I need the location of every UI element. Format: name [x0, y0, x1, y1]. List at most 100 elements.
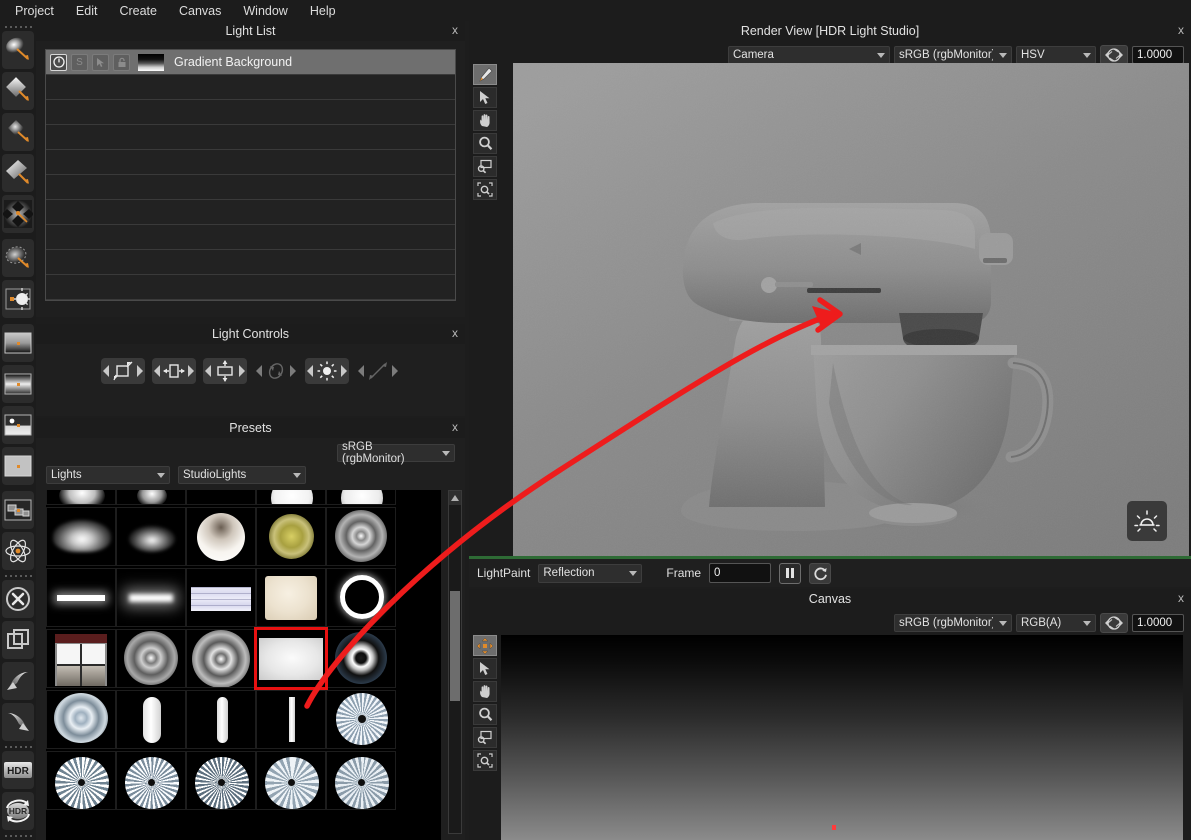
decrement-arrow-icon[interactable]	[255, 364, 264, 378]
render-exposure-field[interactable]: 1.0000	[1132, 46, 1184, 64]
pan-hand-tool[interactable]	[473, 681, 497, 702]
close-icon[interactable]: x	[452, 326, 458, 340]
close-icon[interactable]: x	[452, 420, 458, 434]
menu-item-window[interactable]: Window	[232, 1, 298, 21]
light-list-row[interactable]: S Gradient Background	[46, 50, 455, 75]
preset-ring-bowl[interactable]	[186, 507, 256, 566]
select-toggle[interactable]	[92, 53, 109, 71]
preset-tube-2[interactable]	[186, 690, 256, 749]
preset-softbox-top-1[interactable]	[46, 490, 116, 505]
gradient-left-icon[interactable]	[2, 662, 34, 700]
preset-tube-1[interactable]	[116, 690, 186, 749]
width-control[interactable]	[152, 358, 196, 384]
light-list-empty-row[interactable]	[46, 175, 455, 200]
light-list-empty-row[interactable]	[46, 225, 455, 250]
hdr-refresh-icon[interactable]: HDR	[2, 792, 34, 830]
preset-blank-1[interactable]	[186, 490, 256, 505]
refresh-button[interactable]	[809, 562, 832, 584]
select-arrow-tool[interactable]	[473, 658, 497, 679]
preset-umbrella-3[interactable]	[116, 751, 186, 810]
preset-fluorescent[interactable]	[186, 568, 256, 627]
preset-ring-gold[interactable]	[256, 507, 326, 566]
decrement-arrow-icon[interactable]	[153, 364, 162, 378]
procedural-icon[interactable]	[2, 532, 34, 570]
increment-arrow-icon[interactable]	[288, 364, 297, 378]
hdr-icon[interactable]: HDR	[2, 751, 34, 789]
frame-field[interactable]: 0	[709, 563, 772, 583]
power-toggle[interactable]	[50, 53, 67, 71]
increment-arrow-icon[interactable]	[390, 364, 399, 378]
light-list-empty-row[interactable]	[46, 125, 455, 150]
light-list-empty-row[interactable]	[46, 75, 455, 100]
preset-ring-metal[interactable]	[326, 507, 396, 566]
duplicate-icon[interactable]	[2, 621, 34, 659]
scrollbar-thumb[interactable]	[450, 591, 460, 701]
increment-arrow-icon[interactable]	[339, 364, 348, 378]
lock-toggle[interactable]	[113, 53, 130, 71]
decrement-arrow-icon[interactable]	[102, 364, 111, 378]
zoom-magnifier-tool[interactable]	[473, 133, 497, 154]
dome-light-icon[interactable]	[2, 239, 34, 277]
menu-item-canvas[interactable]: Canvas	[168, 1, 232, 21]
light-list-empty-row[interactable]	[46, 250, 455, 275]
preset-umbrella-6[interactable]	[326, 751, 396, 810]
zoom-fit-tool[interactable]	[473, 179, 497, 200]
image-light-icon[interactable]	[2, 280, 34, 318]
multi-light-icon[interactable]	[2, 195, 34, 233]
preset-disc-top-2[interactable]	[326, 490, 396, 505]
select-arrow-tool[interactable]	[473, 87, 497, 108]
zoom-region-tool[interactable]	[473, 727, 497, 748]
presets-grid[interactable]	[46, 490, 441, 840]
increment-arrow-icon[interactable]	[135, 364, 144, 378]
preset-reflector[interactable]	[46, 690, 116, 749]
preset-umbrella-4[interactable]	[186, 751, 256, 810]
presets-group-dropdown[interactable]: StudioLights	[178, 466, 306, 484]
preset-ring-dark[interactable]	[326, 629, 396, 688]
render-image[interactable]	[513, 63, 1189, 558]
flat-background-icon[interactable]	[2, 447, 34, 485]
scroll-up-icon[interactable]	[449, 491, 461, 505]
preset-window[interactable]	[46, 629, 116, 688]
gradient-right-icon[interactable]	[2, 703, 34, 741]
menu-item-project[interactable]: Project	[4, 1, 65, 21]
canvas-exposure-field[interactable]: 1.0000	[1132, 614, 1184, 632]
preset-softbox-square[interactable]	[256, 568, 326, 627]
preset-disc-top-1[interactable]	[256, 490, 326, 505]
preset-ring-light[interactable]	[326, 568, 396, 627]
preset-softbox-selected[interactable]	[254, 627, 328, 690]
diamond-light-icon[interactable]	[2, 72, 34, 110]
light-list-empty-row[interactable]	[46, 150, 455, 175]
intensity-control[interactable]	[305, 358, 349, 384]
zoom-fit-tool[interactable]	[473, 750, 497, 771]
move-tool[interactable]	[473, 635, 497, 656]
gradient-background-icon[interactable]	[2, 324, 34, 362]
light-list-empty-row[interactable]	[46, 100, 455, 125]
preset-beauty-dish-1[interactable]	[116, 629, 186, 688]
render-channel-dropdown[interactable]: HSV	[1016, 46, 1096, 64]
soft-light-icon[interactable]	[2, 113, 34, 151]
light-list-empty-row[interactable]	[46, 200, 455, 225]
menu-item-help[interactable]: Help	[299, 1, 347, 21]
render-colorspace-dropdown[interactable]: sRGB (rgbMonitor)	[894, 46, 1012, 64]
diagonal-control[interactable]	[356, 358, 400, 384]
zoom-region-tool[interactable]	[473, 156, 497, 177]
sun-horizon-icon[interactable]	[1127, 501, 1167, 541]
canvas-colorspace-dropdown[interactable]: sRGB (rgbMonitor)	[894, 614, 1012, 632]
close-icon[interactable]: x	[1178, 591, 1184, 605]
decrement-arrow-icon[interactable]	[306, 364, 315, 378]
preset-strip-1[interactable]	[46, 568, 116, 627]
area-light-icon[interactable]	[2, 31, 34, 69]
aperture-icon[interactable]	[1100, 613, 1128, 633]
presets-colorspace-dropdown[interactable]: sRGB (rgbMonitor)	[337, 441, 455, 465]
canvas-channel-dropdown[interactable]: RGB(A)	[1016, 614, 1096, 632]
sky-background-icon[interactable]	[2, 406, 34, 444]
presets-type-dropdown[interactable]: Lights	[46, 466, 170, 484]
increment-arrow-icon[interactable]	[186, 364, 195, 378]
height-control[interactable]	[203, 358, 247, 384]
preset-umbrella-5[interactable]	[256, 751, 326, 810]
delete-icon[interactable]	[2, 580, 34, 618]
camera-dropdown[interactable]: Camera	[728, 46, 890, 64]
light-position-marker[interactable]	[831, 825, 836, 830]
menu-item-edit[interactable]: Edit	[65, 1, 109, 21]
canvas-image[interactable]	[501, 635, 1183, 840]
